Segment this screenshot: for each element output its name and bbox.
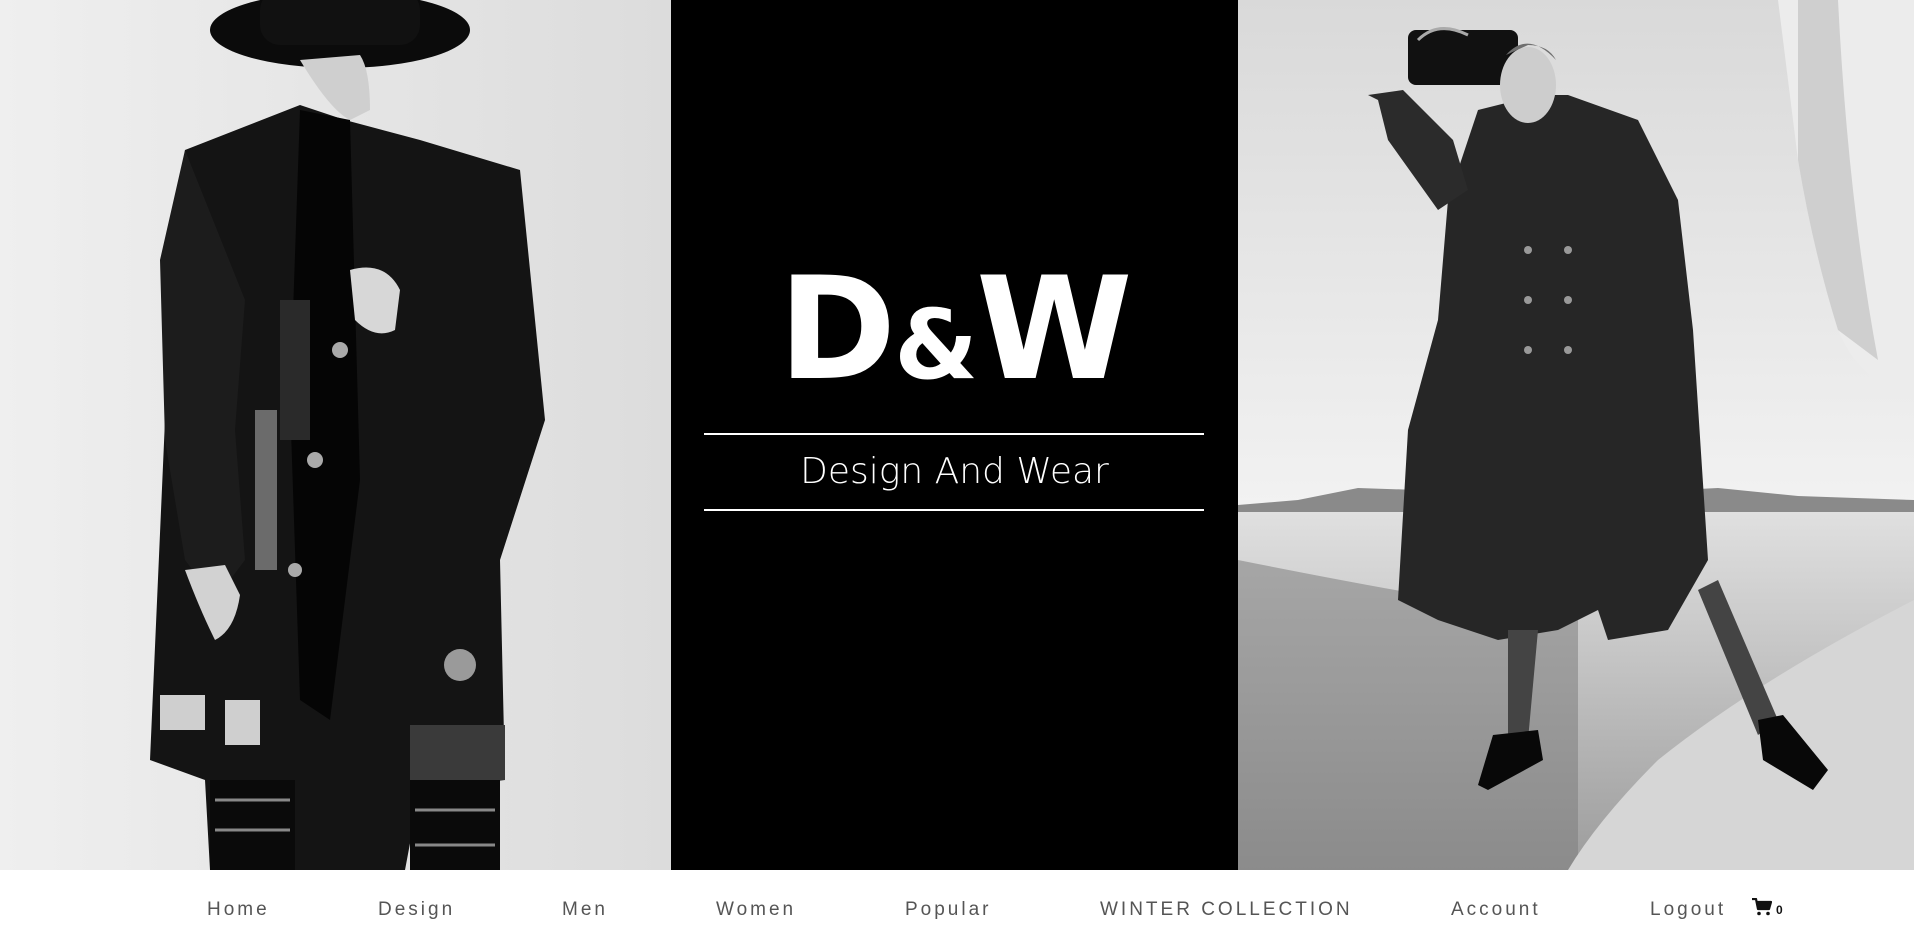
brand-logo-w: W <box>975 247 1133 412</box>
nav-winter-collection-link[interactable]: WINTER COLLECTION <box>1100 898 1353 922</box>
nav-popular-link[interactable]: Popular <box>905 898 992 922</box>
brand-logo[interactable]: D&W <box>671 255 1238 405</box>
brand-logo-d: D <box>778 247 896 412</box>
brand-tagline: Design And Wear <box>800 451 1109 492</box>
brand-divider-top <box>704 433 1204 435</box>
cart-icon <box>1752 897 1773 923</box>
nav-women-link[interactable]: Women <box>716 898 796 922</box>
nav-design-link[interactable]: Design <box>378 898 455 922</box>
left-fashion-photo <box>0 0 671 870</box>
cart-button[interactable]: 0 <box>1752 897 1783 923</box>
brand-panel: D&W Design And Wear <box>671 0 1238 870</box>
brand-logo-ampersand: & <box>894 289 978 401</box>
nav-men-link[interactable]: Men <box>562 898 608 922</box>
right-fashion-photo <box>1238 0 1914 870</box>
cart-count-badge: 0 <box>1776 903 1783 917</box>
hero-banner: D&W Design And Wear <box>0 0 1914 870</box>
nav-home-link[interactable]: Home <box>207 898 270 922</box>
main-navigation: Home Design Men Women Popular WINTER COL… <box>0 870 1914 947</box>
nav-account-link[interactable]: Account <box>1451 898 1541 922</box>
nav-logout-link[interactable]: Logout <box>1650 898 1726 922</box>
brand-divider-bottom <box>704 509 1204 511</box>
